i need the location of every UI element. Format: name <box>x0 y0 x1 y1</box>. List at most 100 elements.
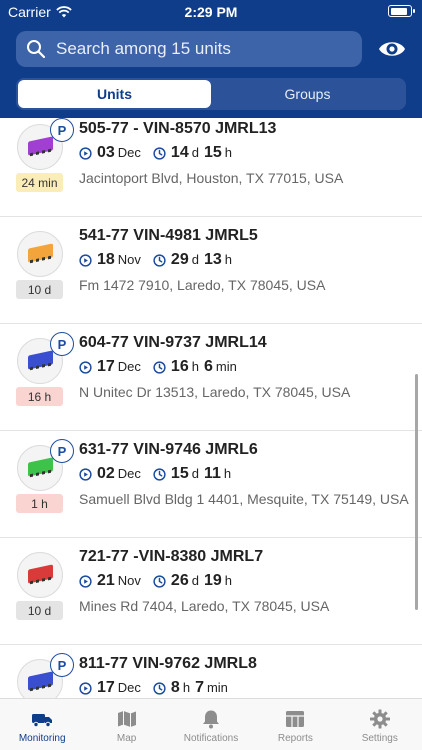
duration-b: 15 <box>203 144 222 161</box>
status-bar: Carrier 2:29 PM <box>0 0 422 24</box>
table-icon <box>286 711 305 727</box>
duration-a: 8 <box>170 679 180 696</box>
segment-units[interactable]: Units <box>18 80 211 108</box>
tab-label: Settings <box>361 733 398 744</box>
segment-groups[interactable]: Groups <box>211 80 404 108</box>
duration-b: 13 <box>203 251 222 268</box>
status-badge: 24 min <box>16 173 63 192</box>
unit-name: 631-77 VIN-9746 JMRL6 <box>79 441 258 458</box>
app-header: Carrier 2:29 PM Search among 15 units Un… <box>0 0 422 118</box>
tab-label: Map <box>116 733 137 744</box>
date-day: 17 <box>97 679 115 696</box>
status-badge: 10 d <box>16 601 63 620</box>
date-day: 03 <box>97 144 115 161</box>
unit-timing: 02 Dec 15 d 11 h <box>79 465 231 483</box>
unit-timing: 17 Dec 8 h 7 min <box>79 679 228 697</box>
unit-timing: 03 Dec 14 d 15 h <box>79 144 232 162</box>
duration-a-unit: d <box>191 573 199 588</box>
date-month: Dec <box>117 680 141 695</box>
gear-icon <box>369 709 390 729</box>
clock-icon <box>153 146 166 160</box>
table-row[interactable]: P 24 min 505-77 - VIN-8570 JMRL13 03 Dec 14 d 1… <box>0 118 422 217</box>
unit-avatar <box>17 552 63 598</box>
battery-level <box>390 7 407 15</box>
unit-address: N Unitec Dr 13513, Laredo, TX 78045, USA <box>79 384 351 400</box>
unit-timing: 21 Nov 26 d 19 h <box>79 572 232 590</box>
play-circle-icon <box>79 467 92 481</box>
table-row[interactable]: 10 d 721-77 -VIN-8380 JMRL7 21 Nov 26 d 19 h Min… <box>0 538 422 645</box>
unit-name: 505-77 - VIN-8570 JMRL13 <box>79 120 277 137</box>
battery-icon <box>388 5 415 17</box>
duration-b-unit: h <box>224 573 232 588</box>
duration-a: 14 <box>170 144 189 161</box>
duration-a: 26 <box>170 572 189 589</box>
duration-a-unit: d <box>191 145 199 160</box>
date-month: Nov <box>117 573 141 588</box>
duration-b: 7 <box>195 679 204 696</box>
play-circle-icon <box>79 360 92 374</box>
table-row[interactable]: P 1 h 631-77 VIN-9746 JMRL6 02 Dec 15 d 11 h Samu… <box>0 431 422 538</box>
date-month: Dec <box>117 145 141 160</box>
status-badge: 10 d <box>16 280 63 299</box>
play-circle-icon <box>79 253 92 267</box>
search-icon <box>27 40 46 59</box>
duration-b-unit: h <box>224 252 232 267</box>
tab-label: Reports <box>277 733 313 744</box>
scrollbar[interactable] <box>415 374 418 610</box>
play-circle-icon <box>79 146 92 160</box>
trailer-icon <box>28 564 53 584</box>
duration-a-unit: h <box>191 359 199 374</box>
clock-icon <box>153 681 166 695</box>
status-badge: 1 h <box>16 494 63 513</box>
unit-list: P 24 min 505-77 - VIN-8570 JMRL13 03 Dec 14 d 1… <box>0 118 422 698</box>
unit-address: Mines Rd 7404, Laredo, TX 78045, USA <box>79 598 330 614</box>
tab-reports[interactable]: Reports <box>253 699 337 750</box>
trailer-icon <box>28 350 53 370</box>
truck-icon <box>32 714 53 728</box>
duration-a-unit: d <box>191 252 199 267</box>
unit-timing: 18 Nov 29 d 13 h <box>79 251 232 269</box>
clock-icon <box>153 467 166 481</box>
segmented-control: Units Groups <box>16 78 406 110</box>
date-day: 18 <box>97 251 115 268</box>
trailer-icon <box>28 671 53 691</box>
parked-badge-icon: P <box>50 118 74 142</box>
trailer-icon <box>28 243 53 263</box>
duration-b-unit: h <box>224 145 232 160</box>
parked-badge-icon: P <box>50 439 74 463</box>
duration-a-unit: h <box>182 680 191 695</box>
status-badge: 16 h <box>16 387 63 406</box>
parked-badge-icon: P <box>50 653 74 677</box>
unit-name: 721-77 -VIN-8380 JMRL7 <box>79 548 264 565</box>
search-input[interactable]: Search among 15 units <box>16 31 362 67</box>
bell-icon <box>202 710 219 729</box>
table-row[interactable]: P 811-77 VIN-9762 JMRL8 17 Dec 8 h 7 min <box>0 645 422 698</box>
duration-a-unit: d <box>191 466 199 481</box>
eye-icon[interactable] <box>378 37 406 61</box>
play-circle-icon <box>79 574 92 588</box>
date-month: Dec <box>117 359 141 374</box>
table-row[interactable]: P 16 h 604-77 VIN-9737 JMRL14 17 Dec 16 h 6 min N… <box>0 324 422 431</box>
unit-timing: 17 Dec 16 h 6 min <box>79 358 237 376</box>
date-day: 02 <box>97 465 115 482</box>
date-month: Dec <box>117 466 141 481</box>
tab-map[interactable]: Map <box>84 699 168 750</box>
tab-settings[interactable]: Settings <box>338 699 422 750</box>
tab-label: Monitoring <box>18 733 66 744</box>
status-time: 2:29 PM <box>184 4 238 20</box>
parked-badge-icon: P <box>50 332 74 356</box>
duration-b-unit: min <box>206 680 228 695</box>
date-day: 17 <box>97 358 115 375</box>
duration-b-unit: h <box>223 466 232 481</box>
trailer-icon <box>28 136 53 156</box>
unit-address: Samuell Blvd Bldg 1 4401, Mesquite, TX 7… <box>79 491 409 507</box>
clock-icon <box>153 253 166 267</box>
unit-name: 811-77 VIN-9762 JMRL8 <box>79 655 257 672</box>
duration-b: 11 <box>203 465 221 482</box>
tab-monitoring[interactable]: Monitoring <box>0 699 84 750</box>
duration-a: 16 <box>170 358 189 375</box>
table-row[interactable]: 10 d 541-77 VIN-4981 JMRL5 18 Nov 29 d 13 h Fm 1… <box>0 217 422 324</box>
unit-avatar <box>17 231 63 277</box>
play-circle-icon <box>79 681 92 695</box>
tab-notifications[interactable]: Notifications <box>169 699 253 750</box>
